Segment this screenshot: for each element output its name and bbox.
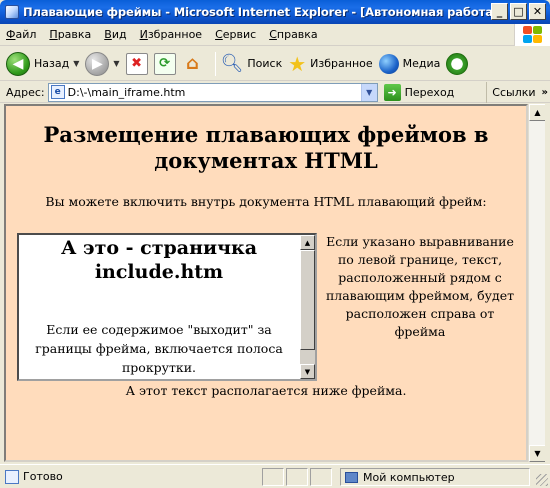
iframe-scroll-thumb[interactable] — [300, 250, 315, 350]
computer-icon — [345, 471, 358, 483]
status-pane — [310, 468, 332, 486]
page-scrollbar[interactable]: ▲ ▼ — [528, 104, 546, 462]
menu-favorites[interactable]: Избранное — [140, 28, 202, 41]
status-text: Готово — [23, 470, 63, 483]
back-arrow-icon: ◀ — [6, 51, 30, 76]
iframe-scroll-down-icon[interactable]: ▼ — [300, 364, 315, 379]
forward-button[interactable]: ▶ ▼ — [85, 50, 120, 78]
scroll-down-icon[interactable]: ▼ — [529, 445, 546, 462]
title-bar[interactable]: Плавающие фреймы - Microsoft Internet Ex… — [0, 0, 550, 24]
status-pane — [286, 468, 308, 486]
home-button[interactable]: ⌂ — [182, 50, 204, 78]
windows-flag-icon — [522, 26, 543, 44]
status-pane — [262, 468, 284, 486]
search-icon: 🔍︎ — [220, 53, 244, 74]
forward-dropdown-icon[interactable]: ▼ — [113, 59, 119, 68]
intro-text: Вы можете включить внутрь документа HTML… — [45, 194, 487, 209]
page-icon: e — [50, 85, 65, 99]
address-bar: Адрес: e D:\-\main_iframe.htm ▼ ➜ Перехо… — [0, 82, 550, 103]
status-panes — [262, 468, 334, 486]
home-icon: ⌂ — [186, 53, 199, 74]
links-toolbar[interactable]: Ссылки » — [486, 82, 548, 103]
go-arrow-icon: ➜ — [383, 83, 401, 101]
window-title: Плавающие фреймы - Microsoft Internet Ex… — [23, 5, 499, 19]
standard-toolbar: ◀ Назад ▼ ▶ ▼ ✖ ⟳ ⌂ 🔍︎ Поиск ★ Избранное… — [0, 47, 550, 81]
refresh-button[interactable]: ⟳ — [153, 50, 176, 78]
minimize-button[interactable]: _ — [491, 3, 508, 20]
address-dropdown-icon[interactable]: ▼ — [360, 83, 377, 101]
window-border — [545, 104, 550, 462]
below-frame-text: А этот текст располагается ниже фрейма. — [125, 383, 407, 398]
stop-button[interactable]: ✖ — [125, 50, 148, 78]
address-input[interactable]: e D:\-\main_iframe.htm ▼ — [47, 82, 378, 102]
star-icon: ★ — [288, 51, 307, 76]
resize-grip[interactable] — [536, 474, 548, 486]
document-view: Размещение плавающих фреймов в документа… — [4, 104, 528, 462]
iframe-heading: А это - страничка include.htm — [60, 237, 258, 283]
history-icon — [446, 52, 469, 75]
menu-bar: Файл Правка Вид Избранное Сервис Справка — [0, 24, 550, 46]
history-button[interactable] — [446, 50, 469, 78]
window-controls: _ □ ✕ — [491, 3, 546, 20]
go-button[interactable]: ➜ Переход — [383, 83, 454, 101]
status-bar: Готово Мой компьютер — [0, 464, 550, 488]
forward-arrow-icon: ▶ — [85, 51, 110, 76]
favorites-button[interactable]: ★ Избранное — [288, 50, 372, 78]
menu-view[interactable]: Вид — [104, 28, 126, 41]
iframe-scroll-up-icon[interactable]: ▲ — [300, 235, 315, 250]
menu-file[interactable]: Файл — [6, 28, 36, 41]
search-button[interactable]: 🔍︎ Поиск — [221, 50, 283, 78]
refresh-icon: ⟳ — [153, 52, 176, 75]
media-icon — [378, 53, 399, 74]
address-value[interactable]: D:\-\main_iframe.htm — [68, 86, 186, 99]
back-dropdown-icon[interactable]: ▼ — [73, 59, 79, 68]
windows-logo — [514, 24, 550, 46]
close-button[interactable]: ✕ — [529, 3, 546, 20]
side-text: Если указано выравнивание по левой грани… — [325, 234, 515, 339]
media-button[interactable]: Медиа — [378, 50, 440, 78]
menu-tools[interactable]: Сервис — [215, 28, 256, 41]
menu-help[interactable]: Справка — [269, 28, 317, 41]
address-label: Адрес: — [6, 85, 45, 99]
ie-page-icon — [5, 5, 19, 19]
scroll-up-icon[interactable]: ▲ — [529, 104, 546, 121]
iframe-body-text: Если ее содержимое "выходит" за границы … — [35, 322, 283, 375]
done-page-icon — [5, 469, 19, 484]
floating-iframe[interactable]: А это - страничка include.htm Если ее со… — [17, 233, 317, 381]
toolbar-separator — [214, 51, 216, 76]
back-button[interactable]: ◀ Назад ▼ — [6, 50, 79, 78]
stop-icon: ✖ — [125, 52, 148, 75]
security-zone: Мой компьютер — [340, 468, 530, 486]
iframe-scrollbar[interactable]: ▲ ▼ — [300, 235, 315, 379]
menu-edit[interactable]: Правка — [49, 28, 91, 41]
maximize-button[interactable]: □ — [510, 3, 527, 20]
chevron-right-icon[interactable]: » — [542, 87, 548, 98]
page-heading: Размещение плавающих фреймов в документа… — [43, 122, 489, 173]
